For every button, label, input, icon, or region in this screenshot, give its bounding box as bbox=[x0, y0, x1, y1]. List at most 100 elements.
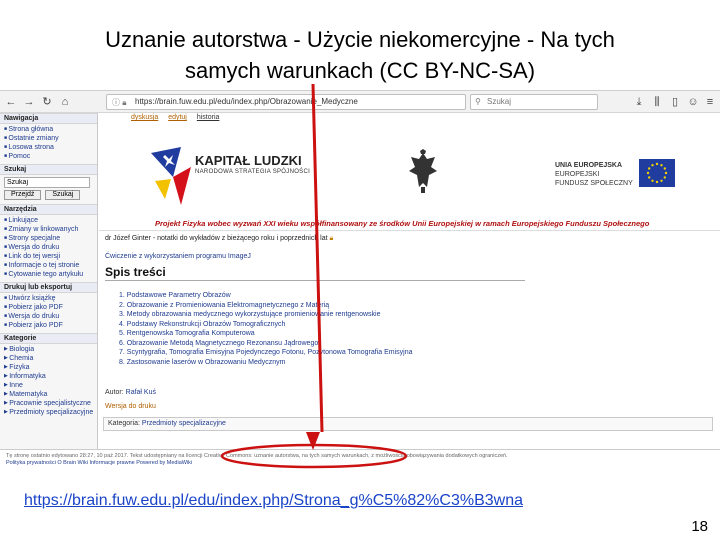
eu-flag-icon bbox=[639, 159, 675, 187]
sidebar-search: Przejdź Szukaj bbox=[0, 175, 97, 202]
wiki-sidebar: Nawigacja Strona główna Ostatnie zmiany … bbox=[0, 113, 98, 449]
toc-divider bbox=[105, 280, 525, 281]
source-url-link[interactable]: https://brain.fuw.edu.pl/edu/index.php/S… bbox=[24, 492, 523, 510]
browser-search-input[interactable]: ⚲ Szukaj bbox=[470, 94, 598, 110]
tab-edit[interactable]: edytuj bbox=[168, 114, 187, 121]
sidebar-item-specialization[interactable]: Przedmioty specjalizacyjne bbox=[4, 408, 93, 417]
tools-list: Linkujące Zmiany w linkowanych Strony sp… bbox=[0, 215, 97, 280]
smiley-icon[interactable]: ☺ bbox=[686, 95, 700, 109]
categories-list: Biologia Chemia Fizyka Informatyka Inne … bbox=[0, 344, 97, 418]
menu-icon[interactable]: ≡ bbox=[703, 95, 717, 109]
eu-line-1: UNIA EUROPEJSKA bbox=[555, 162, 623, 169]
address-bar-text: https://brain.fuw.edu.pl/edu/index.php/O… bbox=[135, 97, 358, 106]
sidebar-item-download-pdf[interactable]: Pobierz jako PDF bbox=[4, 303, 93, 312]
toc-item[interactable]: 5. Rentgenowska Tomografia Komputerowa bbox=[119, 329, 413, 339]
sidebar-toggle-icon[interactable]: ▯ bbox=[668, 95, 682, 109]
category-label: Kategoria: bbox=[108, 420, 140, 427]
eu-line-3: FUNDUSZ SPOŁECZNY bbox=[555, 180, 633, 187]
imagej-link[interactable]: Ćwiczenie z wykorzystaniem programu Imag… bbox=[105, 253, 251, 260]
eu-line-2: EUROPEJSKI bbox=[555, 171, 600, 178]
tab-discussion[interactable]: dyskusja bbox=[131, 114, 158, 121]
tools-heading: Narzędzia bbox=[0, 204, 97, 215]
wiki-search-input[interactable] bbox=[4, 177, 90, 188]
wiki-footer: Tę stronę ostatnio edytowano 28:27, 10 p… bbox=[0, 449, 720, 472]
toc-item[interactable]: 6. Obrazowanie Metodą Magnetycznego Rezo… bbox=[119, 339, 413, 349]
sidebar-item-page-info[interactable]: Informacje o tej stronie bbox=[4, 261, 93, 270]
author-name-link[interactable]: Rafał Kuś bbox=[126, 389, 156, 396]
toc-item[interactable]: 7. Scyntygrafia, Tomografia Emisyjna Poj… bbox=[119, 348, 413, 358]
slide-title: Uznanie autorstwa - Użycie niekomercyjne… bbox=[0, 24, 720, 86]
sidebar-item-chemistry[interactable]: Chemia bbox=[4, 354, 93, 363]
sidebar-item-printable[interactable]: Wersja do druku bbox=[4, 243, 93, 252]
search-button[interactable]: Szukaj bbox=[45, 190, 81, 200]
browser-toolbar: ← → ↻ ⌂ https://brain.fuw.edu.pl/edu/ind… bbox=[0, 91, 720, 113]
author-credit: Autor: Rafał Kuś bbox=[105, 389, 156, 396]
sidebar-item-informatics[interactable]: Informatyka bbox=[4, 372, 93, 381]
sidebar-item-create-book[interactable]: Utwórz książkę bbox=[4, 294, 93, 303]
sidebar-item-physics[interactable]: Fizyka bbox=[4, 363, 93, 372]
toc-item[interactable]: 3. Metody obrazowania medycznego wykorzy… bbox=[119, 310, 413, 320]
print-version-line: Wersja do druku bbox=[105, 403, 156, 410]
author-label: Autor: bbox=[105, 389, 124, 396]
toc-item[interactable]: 8. Zastosowanie laserów w Obrazowaniu Me… bbox=[119, 358, 413, 368]
library-icon[interactable]: ⫼ bbox=[650, 95, 664, 109]
print-version-link[interactable]: Wersja do druku bbox=[105, 403, 156, 410]
project-statement: Projekt Fizyka wobec wyzwań XXI wieku ws… bbox=[155, 219, 650, 228]
slide-title-line-2: samych warunkach (CC BY-NC-SA) bbox=[184, 58, 536, 83]
toc-item[interactable]: 1. Podstawowe Parametry Obrazów bbox=[119, 291, 413, 301]
logo-banner: KAPITAŁ LUDZKI NARODOWA STRATEGIA SPÓJNO… bbox=[99, 131, 720, 217]
university-eagle-icon bbox=[409, 149, 437, 193]
toc-title: Spis treści bbox=[105, 265, 166, 279]
footer-links[interactable]: Polityka prywatności O Brain Wiki Inform… bbox=[6, 460, 714, 467]
search-heading: Szukaj bbox=[0, 164, 97, 175]
lock-icon: ⓘ 🔒︎ bbox=[112, 98, 127, 107]
author-notes-link[interactable]: dr Józef Ginter - notatki do wykładów z … bbox=[105, 235, 333, 243]
address-bar[interactable]: https://brain.fuw.edu.pl/edu/index.php/O… bbox=[106, 94, 466, 110]
sidebar-item-download-pdf-2[interactable]: Pobierz jako PDF bbox=[4, 321, 93, 330]
kapital-ludzki-logo-icon bbox=[151, 147, 191, 205]
categories-heading: Kategorie bbox=[0, 333, 97, 344]
slide-title-line-1: Uznanie autorstwa - Użycie niekomercyjne… bbox=[105, 27, 615, 52]
sidebar-item-mathematics[interactable]: Matematyka bbox=[4, 390, 93, 399]
print-list: Utwórz książkę Pobierz jako PDF Wersja d… bbox=[0, 293, 97, 331]
sidebar-item-labs[interactable]: Pracownie specjalistyczne bbox=[4, 399, 93, 408]
sidebar-item-related-changes[interactable]: Zmiany w linkowanych bbox=[4, 225, 93, 234]
kapital-ludzki-subtitle: NARODOWA STRATEGIA SPÓJNOŚCI bbox=[195, 169, 311, 175]
category-link[interactable]: Przedmioty specjalizacyjne bbox=[142, 420, 226, 427]
eu-logo-text: UNIA EUROPEJSKA EUROPEJSKI FUNDUSZ SPOŁE… bbox=[555, 161, 633, 188]
search-icon: ⚲ bbox=[475, 97, 481, 106]
sidebar-item-random-page[interactable]: Losowa strona bbox=[4, 143, 93, 152]
back-icon[interactable]: ← bbox=[4, 95, 18, 109]
wiki-content: dyskusja edytuj historia KAPITAŁ LUDZKI … bbox=[99, 113, 720, 449]
nav-heading: Nawigacja bbox=[0, 113, 97, 124]
sidebar-item-main-page[interactable]: Strona główna bbox=[4, 125, 93, 134]
sidebar-item-other[interactable]: Inne bbox=[4, 381, 93, 390]
sidebar-item-print-version[interactable]: Wersja do druku bbox=[4, 312, 93, 321]
sidebar-item-cite[interactable]: Cytowanie tego artykułu bbox=[4, 270, 93, 279]
nav-list: Strona główna Ostatnie zmiany Losowa str… bbox=[0, 124, 97, 162]
sidebar-item-what-links[interactable]: Linkujące bbox=[4, 216, 93, 225]
divider bbox=[99, 230, 720, 231]
category-box: Kategoria: Przedmioty specjalizacyjne bbox=[103, 417, 713, 431]
download-icon[interactable]: ⤓ bbox=[632, 95, 646, 109]
sidebar-item-biology[interactable]: Biologia bbox=[4, 345, 93, 354]
lock-icon: 🔒︎ bbox=[329, 235, 334, 242]
footer-license-text: Tę stronę ostatnio edytowano 28:27, 10 p… bbox=[6, 453, 508, 459]
sidebar-item-permalink[interactable]: Link do tej wersji bbox=[4, 252, 93, 261]
toc-item[interactable]: 2. Obrazowanie z Promieniowania Elektrom… bbox=[119, 301, 413, 311]
tab-history[interactable]: historia bbox=[197, 114, 220, 121]
sidebar-item-recent-changes[interactable]: Ostatnie zmiany bbox=[4, 134, 93, 143]
sidebar-item-help[interactable]: Pomoc bbox=[4, 152, 93, 161]
page-actions: dyskusja edytuj historia bbox=[131, 114, 227, 121]
reload-icon[interactable]: ↻ bbox=[40, 95, 54, 109]
toc-item[interactable]: 4. Podstawy Rekonstrukcji Obrazów Tomogr… bbox=[119, 320, 413, 330]
browser-window: ← → ↻ ⌂ https://brain.fuw.edu.pl/edu/ind… bbox=[0, 90, 720, 472]
page-number: 18 bbox=[691, 518, 708, 535]
home-icon[interactable]: ⌂ bbox=[58, 95, 72, 109]
forward-icon[interactable]: → bbox=[22, 95, 36, 109]
kapital-ludzki-title: KAPITAŁ LUDZKI bbox=[195, 153, 302, 168]
go-button[interactable]: Przejdź bbox=[4, 190, 42, 200]
print-heading: Drukuj lub eksportuj bbox=[0, 282, 97, 293]
browser-search-placeholder: Szukaj bbox=[487, 97, 512, 106]
sidebar-item-special-pages[interactable]: Strony specjalne bbox=[4, 234, 93, 243]
